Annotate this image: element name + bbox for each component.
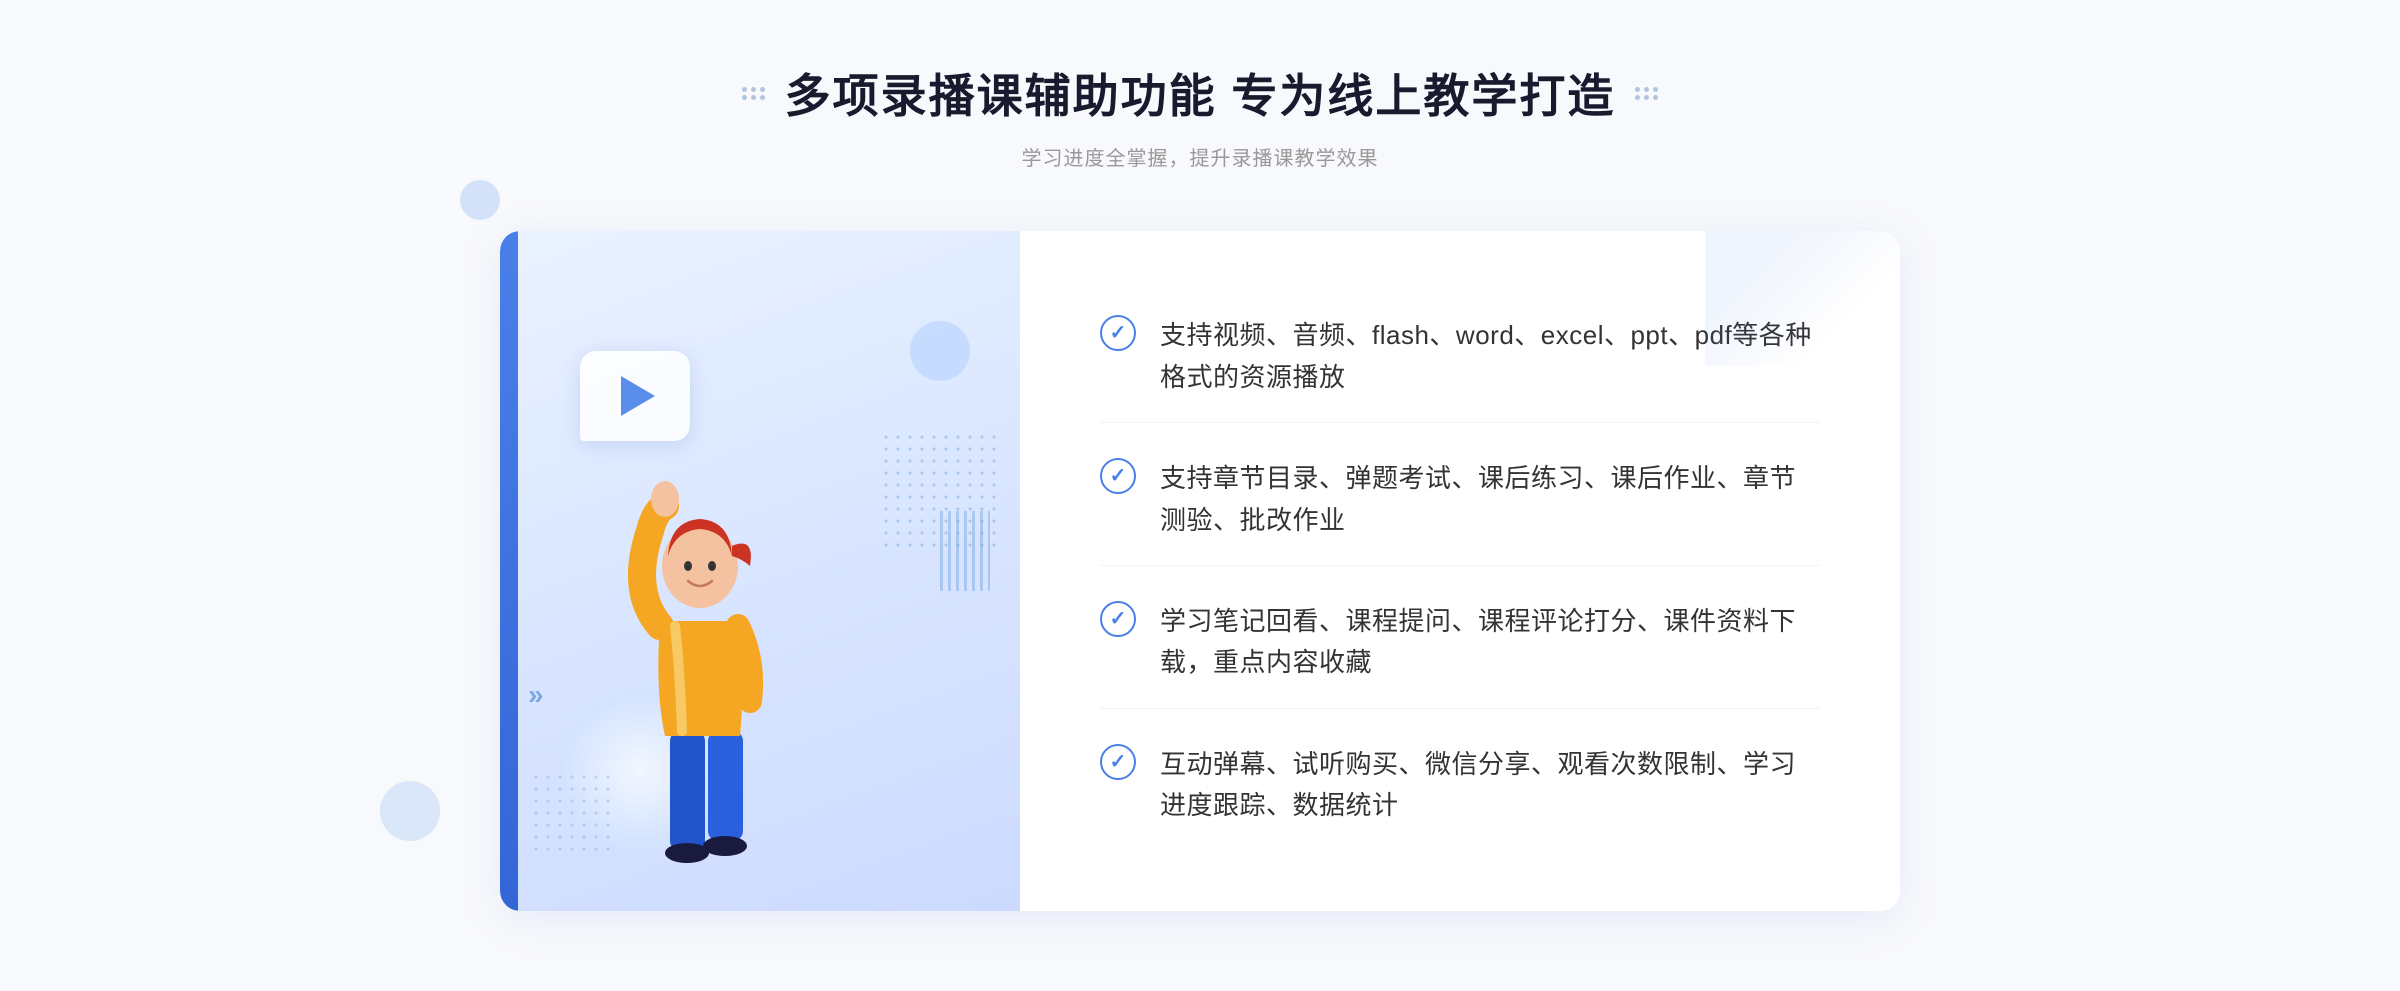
- page-wrapper: 多项录播课辅助功能 专为线上教学打造 学习进度全掌握，提升录播课教学效果: [0, 0, 2400, 991]
- dot: [1635, 87, 1640, 92]
- deco-circle-top-left: [460, 180, 500, 220]
- feature-text-2: 支持章节目录、弹题考试、课后练习、课后作业、章节测验、批改作业: [1160, 458, 1820, 541]
- feature-item-3: ✓ 学习笔记回看、课程提问、课程评论打分、课件资料下载，重点内容收藏: [1100, 577, 1820, 709]
- dot: [742, 95, 747, 100]
- subtitle: 学习进度全掌握，提升录播课教学效果: [1022, 142, 1379, 171]
- left-decoration: [742, 87, 765, 100]
- check-icon-1: ✓: [1100, 315, 1136, 351]
- deco-circle-small: [910, 321, 970, 381]
- person-illustration: [580, 391, 820, 911]
- feature-text-4: 互动弹幕、试听购买、微信分享、观看次数限制、学习进度跟踪、数据统计: [1160, 744, 1820, 827]
- features-area: ✓ 支持视频、音频、flash、word、excel、ppt、pdf等各种格式的…: [1020, 231, 1900, 911]
- feature-text-3: 学习笔记回看、课程提问、课程评论打分、课件资料下载，重点内容收藏: [1160, 601, 1820, 684]
- illustration-area: »: [500, 231, 1020, 911]
- dot: [751, 87, 756, 92]
- dot: [751, 95, 756, 100]
- right-decoration: [1635, 87, 1658, 100]
- header-section: 多项录播课辅助功能 专为线上教学打造 学习进度全掌握，提升录播课教学效果: [0, 60, 2400, 171]
- deco-circle-bottom-left: [380, 781, 440, 841]
- check-icon-3: ✓: [1100, 601, 1136, 637]
- deco-arrows: »: [528, 679, 540, 711]
- dot: [1635, 95, 1640, 100]
- feature-item-2: ✓ 支持章节目录、弹题考试、课后练习、课后作业、章节测验、批改作业: [1100, 434, 1820, 566]
- dot: [1653, 87, 1658, 92]
- dot: [760, 95, 765, 100]
- dot: [760, 87, 765, 92]
- illus-dots-1: [880, 431, 1000, 551]
- checkmark: ✓: [1110, 752, 1127, 772]
- top-right-accent: [1705, 231, 1900, 366]
- feature-item-4: ✓ 互动弹幕、试听购买、微信分享、观看次数限制、学习进度跟踪、数据统计: [1100, 720, 1820, 851]
- content-section: »: [500, 231, 1900, 911]
- checkmark: ✓: [1110, 323, 1127, 343]
- check-icon-2: ✓: [1100, 458, 1136, 494]
- check-icon-4: ✓: [1100, 744, 1136, 780]
- blue-bar: [500, 231, 518, 911]
- main-title: 多项录播课辅助功能 专为线上教学打造: [785, 60, 1616, 126]
- header-title-row: 多项录播课辅助功能 专为线上教学打造: [742, 60, 1659, 126]
- dot: [742, 87, 747, 92]
- dot: [1644, 87, 1649, 92]
- dot: [1644, 95, 1649, 100]
- checkmark: ✓: [1110, 466, 1127, 486]
- checkmark: ✓: [1110, 609, 1127, 629]
- dot: [1653, 95, 1658, 100]
